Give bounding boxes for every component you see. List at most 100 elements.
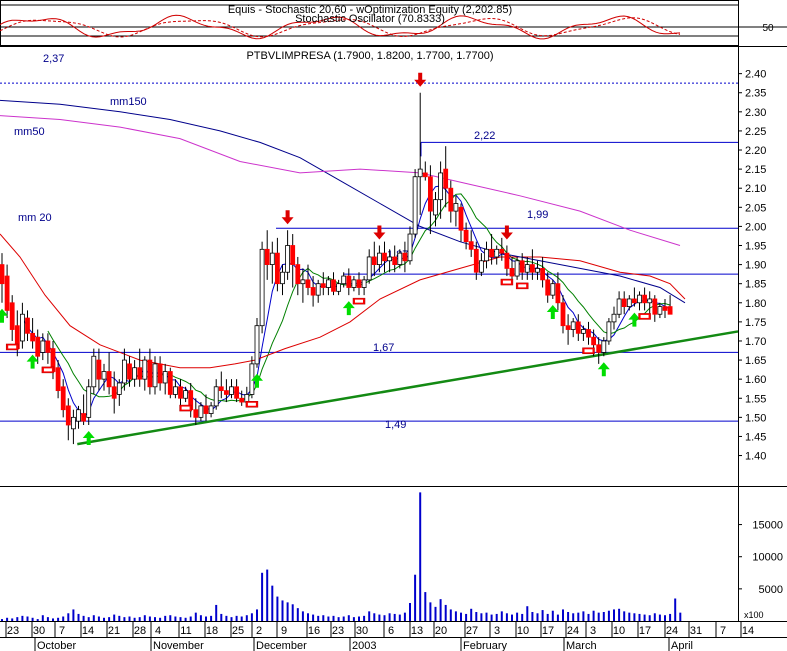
candle-body [591, 336, 596, 346]
price-y-tick-label: 1.40 [745, 451, 766, 463]
candle-body [565, 325, 571, 330]
volume-panel: 15000 10000 5000 [1, 492, 783, 621]
candle-body [259, 248, 265, 327]
candle-body [290, 245, 296, 265]
day-label: 13 [411, 625, 423, 637]
day-label: 24 [567, 625, 579, 637]
day-label: 27 [466, 625, 478, 637]
candle-body [264, 248, 270, 265]
day-label: 3 [494, 625, 500, 637]
candle-body [550, 283, 556, 296]
price-y-tick-label: 2.20 [745, 145, 766, 157]
candle-body [30, 332, 36, 342]
candle-body [530, 264, 535, 273]
candle-body [45, 340, 51, 353]
day-label: 7 [59, 625, 65, 637]
candle-body [234, 386, 240, 399]
candle-body [632, 298, 637, 304]
reference-level-label: 2,22 [474, 130, 495, 142]
day-label: 3 [590, 625, 596, 637]
candle-body [657, 306, 663, 315]
ma-150-line [0, 99, 686, 304]
candle-body [295, 264, 301, 285]
candle-body [101, 371, 107, 380]
candle-body [157, 363, 163, 384]
candle-body [162, 371, 168, 384]
candle-body [667, 306, 673, 315]
price-panel: 2.40 2.35 2.30 2.25 2.20 2.15 2.10 2.05 2.00 1.95… [0, 46, 787, 621]
candle-body [443, 168, 449, 189]
oscillator-title-line2: Stochastic Oscillator (70.8333) [295, 13, 445, 25]
buy-arrow-icon [546, 304, 559, 319]
exit-signal-icon [584, 349, 593, 353]
day-label: 18 [206, 625, 218, 637]
exit-signal-icon [8, 345, 17, 349]
candle-body [611, 313, 617, 323]
candle-body [463, 229, 469, 243]
candle-body [86, 386, 92, 418]
day-label: 23 [7, 625, 19, 637]
candle-body [647, 298, 653, 304]
price-y-tick-label: 1.70 [745, 336, 766, 348]
candle-body [81, 413, 86, 422]
candle-body [213, 386, 219, 407]
candle-body [616, 298, 622, 315]
exit-signal-icon [518, 284, 527, 288]
candle-body [96, 359, 102, 380]
candle-body [269, 252, 275, 265]
candle-body [570, 321, 576, 330]
candle-body [387, 256, 393, 262]
day-label: 21 [108, 625, 120, 637]
candle-body [504, 252, 510, 269]
candle-body [178, 386, 183, 399]
candle-body [60, 386, 66, 411]
candle-body [560, 302, 566, 327]
day-label: 4 [155, 625, 161, 637]
exit-signal-icon [502, 280, 511, 284]
price-y-tick-label: 1.80 [745, 298, 766, 310]
price-y-tick-label: 1.55 [745, 393, 766, 405]
reference-level-label: 1,49 [385, 419, 406, 431]
price-y-tick-label: 2.30 [745, 107, 766, 119]
candle-body [601, 340, 607, 353]
candle-body [331, 279, 336, 292]
candle-body [142, 359, 148, 380]
candle-body [514, 260, 520, 277]
price-y-tick-label: 2.00 [745, 221, 766, 233]
candle-body [519, 260, 525, 273]
candle-body [642, 294, 647, 304]
candle-body [433, 199, 438, 216]
day-label: 20 [435, 625, 447, 637]
exit-signal-icon [181, 406, 190, 410]
reference-level-label: 1,99 [527, 209, 548, 221]
month-label: October [37, 640, 76, 651]
candle-body [427, 176, 433, 212]
candle-body [71, 416, 76, 430]
candle-body [453, 203, 459, 212]
candle-body [244, 394, 250, 403]
day-label: 11 [180, 625, 191, 637]
exit-signal-icon [640, 314, 649, 318]
osc-y-tick: 50 [762, 23, 774, 34]
candle-body [40, 340, 46, 353]
candle-body [397, 252, 403, 265]
candle-body [137, 367, 143, 380]
month-label: April [671, 640, 693, 651]
candle-body [662, 306, 668, 311]
day-label: 6 [388, 625, 394, 637]
candle-body [147, 359, 153, 388]
candle-body [300, 279, 306, 285]
candle-body [198, 405, 204, 418]
candle-body [172, 386, 178, 395]
candle-body [325, 279, 331, 288]
candle-body [382, 252, 387, 262]
candle-body [535, 268, 540, 273]
candle-body [422, 172, 428, 178]
reference-level-label: 2,37 [43, 53, 64, 65]
candle-body [412, 176, 418, 235]
month-label: 2003 [352, 640, 376, 651]
candle-body [652, 298, 658, 315]
candle-body [0, 264, 5, 285]
volume-y-tick-label: 5000 [759, 584, 783, 596]
day-label: 17 [639, 625, 651, 637]
